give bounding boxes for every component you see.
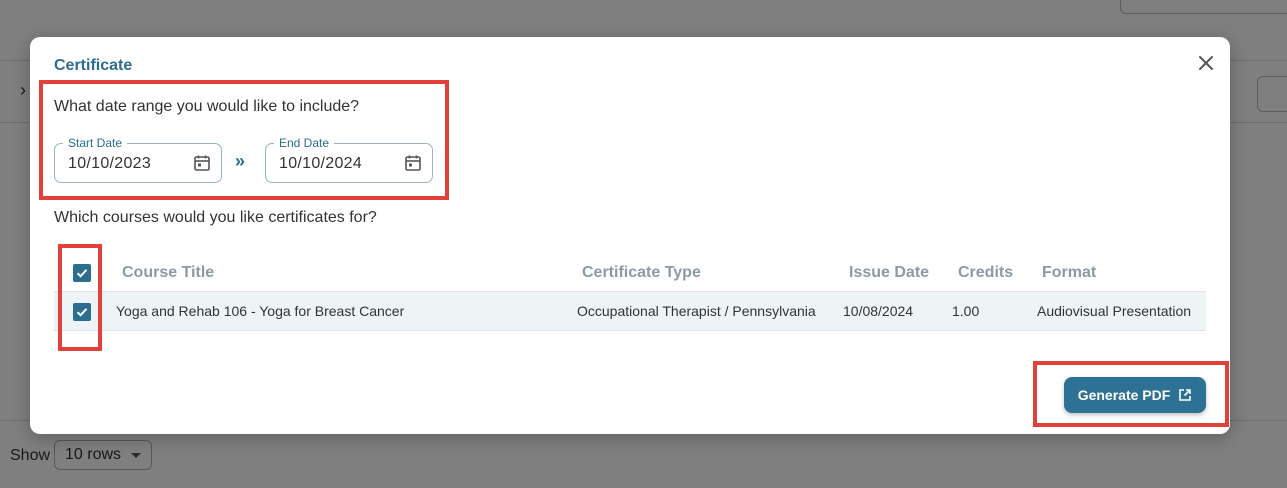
date-range-separator: » [235,151,246,171]
generate-pdf-label: Generate PDF [1077,387,1171,403]
cell-format: Audiovisual Presentation [1037,303,1192,319]
table-header: Course Title Certificate Type Issue Date… [54,255,1206,291]
column-header-format[interactable]: Format [1042,264,1096,282]
generate-pdf-button[interactable]: Generate PDF [1064,377,1206,413]
cell-certificate-type: Occupational Therapist / Pennsylvania [577,303,816,319]
cell-credits: 1.00 [952,303,980,319]
dialog-title: Certificate [54,57,133,74]
checkmark-icon [76,269,88,278]
cell-issue-date: 10/08/2024 [843,303,914,319]
calendar-icon[interactable] [404,154,422,172]
certificate-dialog: Certificate What date range you would li… [30,37,1230,434]
checkmark-icon [76,308,88,317]
date-range-question: What date range you would like to includ… [54,98,360,115]
column-header-certificate-type[interactable]: Certificate Type [582,264,701,282]
end-date-field[interactable]: End Date 10/10/2024 [265,136,433,183]
external-link-icon [1179,389,1192,401]
table-row[interactable]: Yoga and Rehab 106 - Yoga for Breast Can… [54,291,1206,331]
start-date-field[interactable]: Start Date 10/10/2023 [54,136,222,183]
select-all-checkbox[interactable] [73,264,91,282]
start-date-label: Start Date [63,136,128,150]
column-header-credits[interactable]: Credits [958,264,1013,282]
close-button[interactable] [1194,51,1218,75]
calendar-icon[interactable] [193,154,211,172]
end-date-label: End Date [274,136,335,150]
start-date-value: 10/10/2023 [68,155,152,172]
cell-course-title: Yoga and Rehab 106 - Yoga for Breast Can… [116,303,405,319]
row-checkbox[interactable] [73,303,91,321]
courses-table: Course Title Certificate Type Issue Date… [54,255,1206,331]
end-date-value: 10/10/2024 [279,155,363,172]
column-header-issue-date[interactable]: Issue Date [849,264,929,282]
column-header-course-title[interactable]: Course Title [122,264,214,282]
close-icon [1199,56,1213,70]
courses-question: Which courses would you like certificate… [54,209,377,226]
